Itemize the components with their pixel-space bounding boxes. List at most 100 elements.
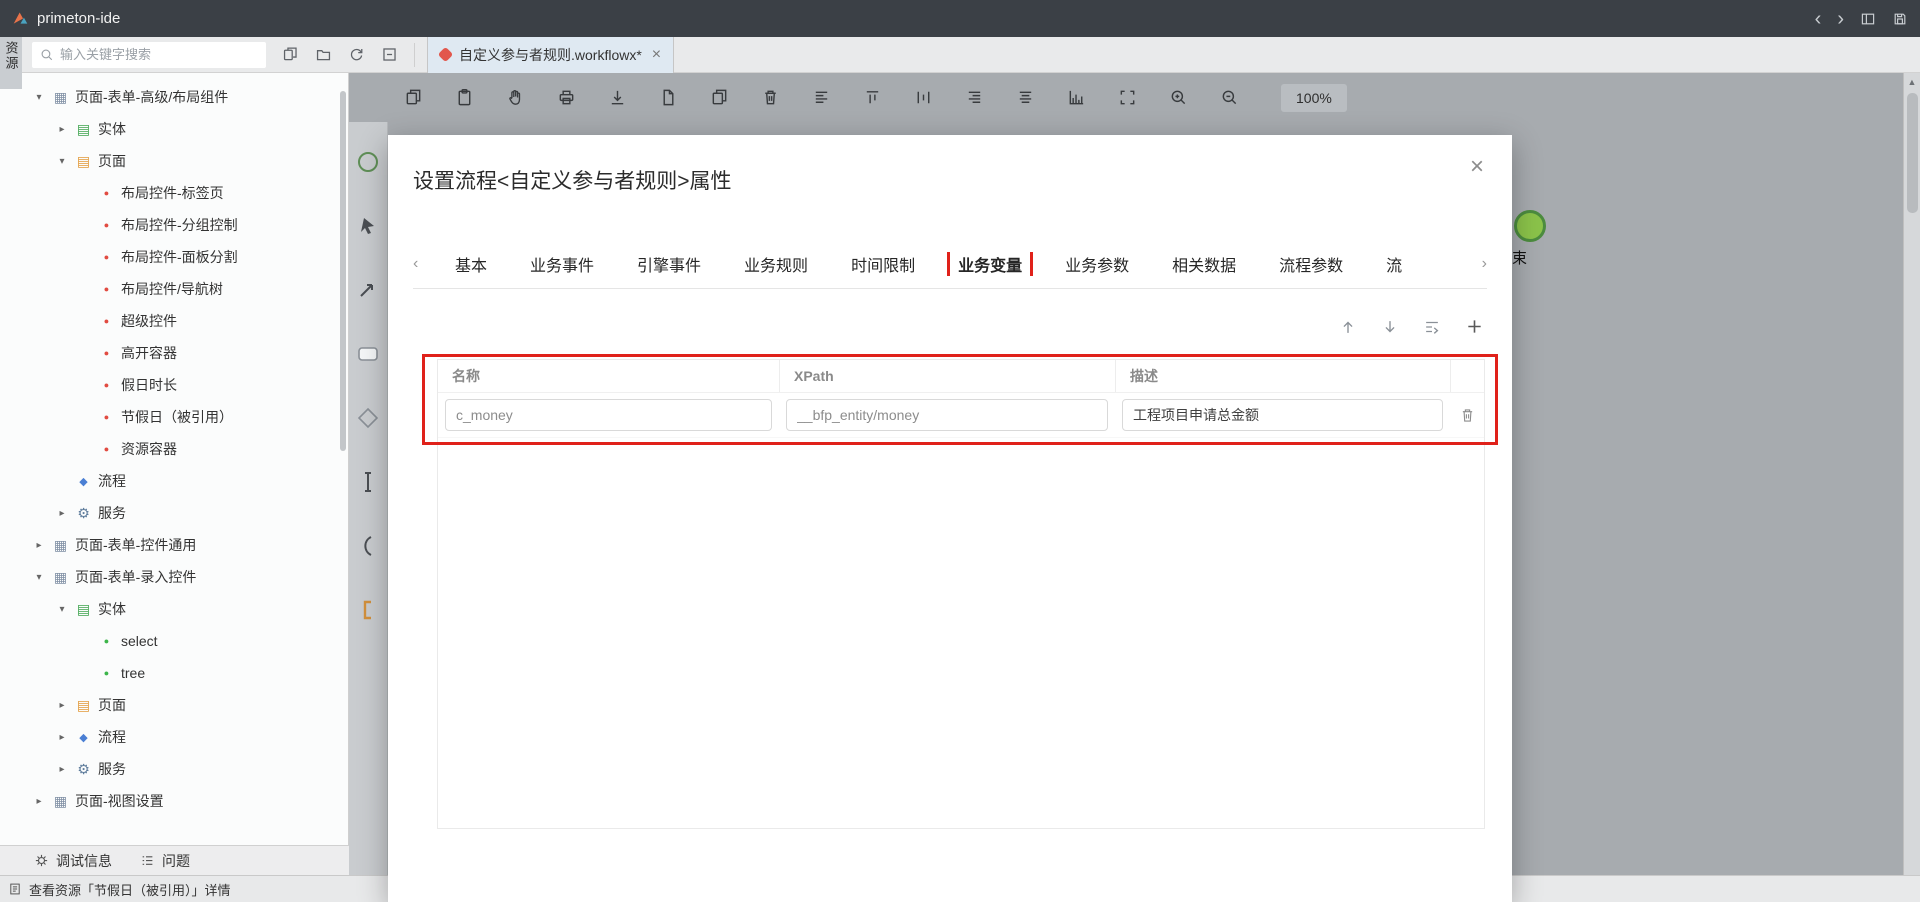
scrollbar-thumb[interactable] — [1907, 93, 1918, 213]
tree-expand-icon[interactable]: ▸ — [55, 508, 69, 519]
tree-expand-icon[interactable]: ▸ — [32, 796, 46, 807]
dialog-tab[interactable]: 基本 — [455, 252, 487, 276]
tree-expand-icon[interactable]: ▸ — [32, 540, 46, 551]
tabs-scroll-right-icon[interactable]: › — [1471, 256, 1487, 272]
fit-screen-icon[interactable] — [1118, 88, 1137, 107]
refresh-icon[interactable] — [348, 46, 365, 63]
link-editor-icon[interactable] — [282, 46, 299, 63]
name-input[interactable] — [445, 399, 772, 431]
tree-expand-icon[interactable]: ▸ — [55, 700, 69, 711]
dialog-tab[interactable]: 相关数据 — [1172, 252, 1236, 276]
print-icon[interactable] — [557, 88, 576, 107]
dialog-tab[interactable]: 业务规则 — [744, 252, 808, 276]
search-input[interactable] — [60, 47, 258, 62]
tree-item[interactable]: ▾▦页面-表单-高级/布局组件 — [0, 81, 348, 113]
dialog-close-icon[interactable]: × — [1470, 155, 1484, 179]
history-back-icon[interactable]: ‹ — [1815, 9, 1822, 29]
tree-item[interactable]: ▸▤页面 — [0, 689, 348, 721]
lane-tool[interactable] — [356, 470, 380, 494]
tree-item[interactable]: ▾▤实体 — [0, 593, 348, 625]
tree-expand-icon[interactable]: ▾ — [55, 156, 69, 167]
dialog-tab[interactable]: 流 — [1386, 252, 1402, 276]
align-top-icon[interactable] — [863, 88, 882, 107]
hand-icon[interactable] — [506, 88, 525, 107]
align-left-icon[interactable] — [812, 88, 831, 107]
start-node-tool[interactable] — [356, 150, 380, 174]
file-icon[interactable] — [659, 88, 678, 107]
download-icon[interactable] — [608, 88, 627, 107]
tab-close-icon[interactable]: × — [652, 47, 661, 63]
move-up-icon[interactable] — [1339, 318, 1357, 336]
tree-item[interactable]: ▸▦页面-表单-控件通用 — [0, 529, 348, 561]
end-node[interactable] — [1514, 210, 1546, 242]
tree-item[interactable]: ●超级控件 — [0, 305, 348, 337]
tree-item[interactable]: ●布局控件-标签页 — [0, 177, 348, 209]
detail-view-icon[interactable] — [1423, 318, 1441, 336]
xpath-input[interactable] — [786, 399, 1108, 431]
tree-item[interactable]: ●select — [0, 625, 348, 657]
copy-icon[interactable] — [710, 88, 729, 107]
search-box[interactable] — [32, 42, 266, 68]
tree-item[interactable]: ●假日时长 — [0, 369, 348, 401]
dialog-tab[interactable]: 流程参数 — [1279, 252, 1343, 276]
zoom-in-icon[interactable] — [1169, 88, 1188, 107]
tree-item[interactable]: ▸◆流程 — [0, 721, 348, 753]
dialog-tab[interactable]: 引擎事件 — [637, 252, 701, 276]
pointer-tool[interactable] — [356, 214, 380, 238]
zoom-level-badge[interactable]: 100% — [1281, 84, 1347, 112]
save-icon[interactable] — [1892, 11, 1908, 27]
task-node-tool[interactable] — [356, 342, 380, 366]
dialog-tab-active[interactable]: 业务变量 — [958, 252, 1022, 276]
tree-item[interactable]: ▸▦页面-视图设置 — [0, 785, 348, 817]
editor-tab[interactable]: 自定义参与者规则.workflowx* × — [427, 37, 674, 73]
tabs-scroll-left-icon[interactable]: ‹ — [413, 256, 429, 272]
tree-item[interactable]: ●资源容器 — [0, 433, 348, 465]
tree-expand-icon[interactable]: ▾ — [32, 572, 46, 583]
resources-side-tab[interactable]: 资源 — [0, 37, 22, 89]
tree-item[interactable]: ●布局控件/导航树 — [0, 273, 348, 305]
tree-item[interactable]: ●布局控件-分组控制 — [0, 209, 348, 241]
tree-item[interactable]: ▸⚙服务 — [0, 497, 348, 529]
duplicate-icon[interactable] — [404, 88, 423, 107]
problems-item[interactable]: 问题 — [140, 851, 190, 871]
tree-expand-icon[interactable]: ▾ — [55, 604, 69, 615]
history-forward-icon[interactable]: › — [1837, 9, 1844, 29]
tree-expand-icon[interactable]: ▸ — [55, 124, 69, 135]
tree-item[interactable]: ◆流程 — [0, 465, 348, 497]
collapse-all-icon[interactable] — [381, 46, 398, 63]
tree-item[interactable]: ▾▦页面-表单-录入控件 — [0, 561, 348, 593]
clipboard-icon[interactable] — [455, 88, 474, 107]
tree-item[interactable]: ●高开容器 — [0, 337, 348, 369]
distribute-icon[interactable] — [914, 88, 933, 107]
delete-icon[interactable] — [761, 88, 780, 107]
align-right-icon[interactable] — [965, 88, 984, 107]
debug-info-item[interactable]: 调试信息 — [34, 851, 112, 871]
tree-item[interactable]: ▸⚙服务 — [0, 753, 348, 785]
dialog-tab[interactable]: 业务事件 — [530, 252, 594, 276]
tree-item[interactable]: ●tree — [0, 657, 348, 689]
description-input[interactable] — [1122, 399, 1443, 431]
tree-item[interactable]: ●节假日（被引用） — [0, 401, 348, 433]
add-variable-icon[interactable] — [1465, 317, 1484, 336]
tree-item[interactable]: ▾▤页面 — [0, 145, 348, 177]
delete-row-icon[interactable] — [1459, 407, 1476, 424]
tree-item[interactable]: ▸▤实体 — [0, 113, 348, 145]
move-down-icon[interactable] — [1381, 318, 1399, 336]
gateway-node-tool[interactable] — [356, 406, 380, 430]
tree-scrollbar[interactable] — [340, 91, 346, 451]
align-center-icon[interactable] — [1016, 88, 1035, 107]
tree-expand-icon[interactable]: ▾ — [32, 92, 46, 103]
zoom-out-icon[interactable] — [1220, 88, 1239, 107]
folder-icon[interactable] — [315, 46, 332, 63]
layout-icon[interactable] — [1860, 11, 1876, 27]
scroll-up-icon[interactable]: ▲ — [1908, 77, 1917, 87]
tree-expand-icon[interactable]: ▸ — [55, 732, 69, 743]
connector-tool[interactable] — [356, 278, 380, 302]
subprocess-tool[interactable] — [356, 534, 380, 558]
tree-item[interactable]: ●布局控件-面板分割 — [0, 241, 348, 273]
canvas-scrollbar[interactable]: ▲ ▼ — [1903, 73, 1920, 902]
pool-tool[interactable] — [356, 598, 380, 622]
chart-icon[interactable] — [1067, 88, 1086, 107]
tree-expand-icon[interactable]: ▸ — [55, 764, 69, 775]
dialog-tab[interactable]: 业务参数 — [1065, 252, 1129, 276]
